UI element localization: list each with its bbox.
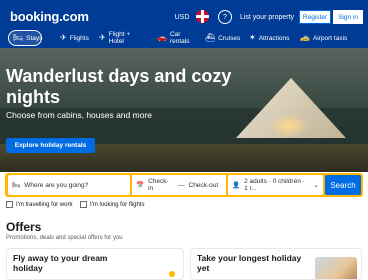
offers-title: Offers	[6, 220, 42, 234]
looking-for-flights-checkbox[interactable]: I'm looking for flights	[80, 201, 145, 208]
bed-icon: 🛏	[12, 182, 21, 189]
plane-hotel-icon: ✈	[99, 33, 106, 42]
nav-stays-label: Stays	[26, 34, 43, 42]
top-header: booking.com USD ? List your property Reg…	[0, 0, 368, 48]
checkbox-box[interactable]	[6, 201, 13, 208]
search-options: I'm travelling for work I'm looking for …	[6, 201, 366, 211]
search-button[interactable]: Search	[325, 175, 361, 195]
offers-subtitle: Promotions, deals and special offers for…	[6, 235, 123, 241]
person-icon: 👤	[232, 182, 241, 189]
attraction-icon: ✶	[249, 33, 256, 42]
looking-for-flights-label: I'm looking for flights	[90, 201, 145, 208]
hero-title: Wanderlust days and cozy nights	[6, 66, 232, 107]
ship-icon: ⛴	[205, 33, 216, 42]
nav-flight-hotel[interactable]: ✈ Flight + Hotel	[95, 30, 151, 46]
hero-subtitle: Choose from cabins, houses and more	[6, 110, 152, 120]
check-in-field[interactable]: 📅 Check-in	[132, 175, 174, 195]
travelling-for-work-label: I'm travelling for work	[16, 201, 73, 208]
chevron-down-icon: ⌄	[313, 182, 319, 189]
check-in-label: Check-in	[148, 178, 169, 192]
destination-placeholder: Where are you going?	[24, 181, 89, 189]
car-icon: 🚗	[157, 33, 167, 42]
nav-attractions-label: Attractions	[258, 34, 290, 42]
nav-stays[interactable]: 🛏 Stays	[8, 30, 42, 46]
checkbox-box[interactable]	[80, 201, 87, 208]
nav-attractions[interactable]: ✶ Attractions	[245, 30, 291, 46]
calendar-icon: 📅	[136, 182, 145, 189]
bed-icon: 🛏	[13, 33, 24, 42]
tent-light	[270, 114, 308, 138]
plane-icon: ✈	[60, 33, 67, 42]
nav-airport-taxis[interactable]: 🚕 Airport taxis	[296, 30, 352, 46]
offer-card-title: Take your longest holiday yet	[197, 253, 302, 273]
search-bar: 🛏 Where are you going? 📅 Check-in — Chec…	[5, 173, 363, 197]
taxi-icon: 🚕	[300, 33, 310, 42]
dash-separator: —	[178, 181, 185, 189]
help-icon[interactable]: ?	[218, 10, 232, 24]
nav-car-rentals[interactable]: 🚗 Car rentals	[153, 30, 195, 46]
booking-logo[interactable]: booking.com	[10, 9, 89, 24]
check-out-field[interactable]: — Check-out	[174, 175, 226, 195]
language-flag-icon[interactable]	[196, 10, 209, 23]
check-out-label: Check-out	[188, 181, 219, 189]
offer-card-holiday[interactable]: Take your longest holiday yet	[190, 248, 362, 280]
nav-cruises[interactable]: ⛴ Cruises	[201, 30, 241, 46]
list-property-link[interactable]: List your property	[238, 9, 296, 25]
destination-input[interactable]: 🛏 Where are you going?	[8, 175, 130, 195]
travelling-for-work-checkbox[interactable]: I'm travelling for work	[6, 201, 73, 208]
nav-cruises-label: Cruises	[218, 34, 241, 42]
nav-flights[interactable]: ✈ Flights	[56, 30, 90, 46]
nav-airport-taxis-label: Airport taxis	[312, 34, 348, 42]
occupancy-field[interactable]: 👤 2 adults · 0 children · 1 r... ⌄	[228, 175, 323, 195]
offer-card-title: Fly away to your dream holiday	[13, 253, 108, 273]
occupancy-label: 2 adults · 0 children · 1 r...	[244, 178, 305, 192]
nav-car-rentals-label: Car rentals	[169, 31, 190, 45]
product-nav: 🛏 Stays ✈ Flights ✈ Flight + Hotel 🚗 Car…	[0, 30, 368, 46]
nav-flights-label: Flights	[69, 34, 89, 42]
explore-rentals-button[interactable]: Explore holiday rentals	[6, 138, 95, 153]
offer-card-image	[315, 257, 357, 279]
offer-card-flights[interactable]: Fly away to your dream holiday	[6, 248, 184, 280]
currency-selector[interactable]: USD	[170, 9, 194, 25]
register-button[interactable]: Register	[299, 10, 331, 24]
sign-in-button[interactable]: Sign in	[333, 10, 363, 24]
offer-deco-icon	[169, 271, 175, 277]
nav-flight-hotel-label: Flight + Hotel	[108, 31, 131, 45]
